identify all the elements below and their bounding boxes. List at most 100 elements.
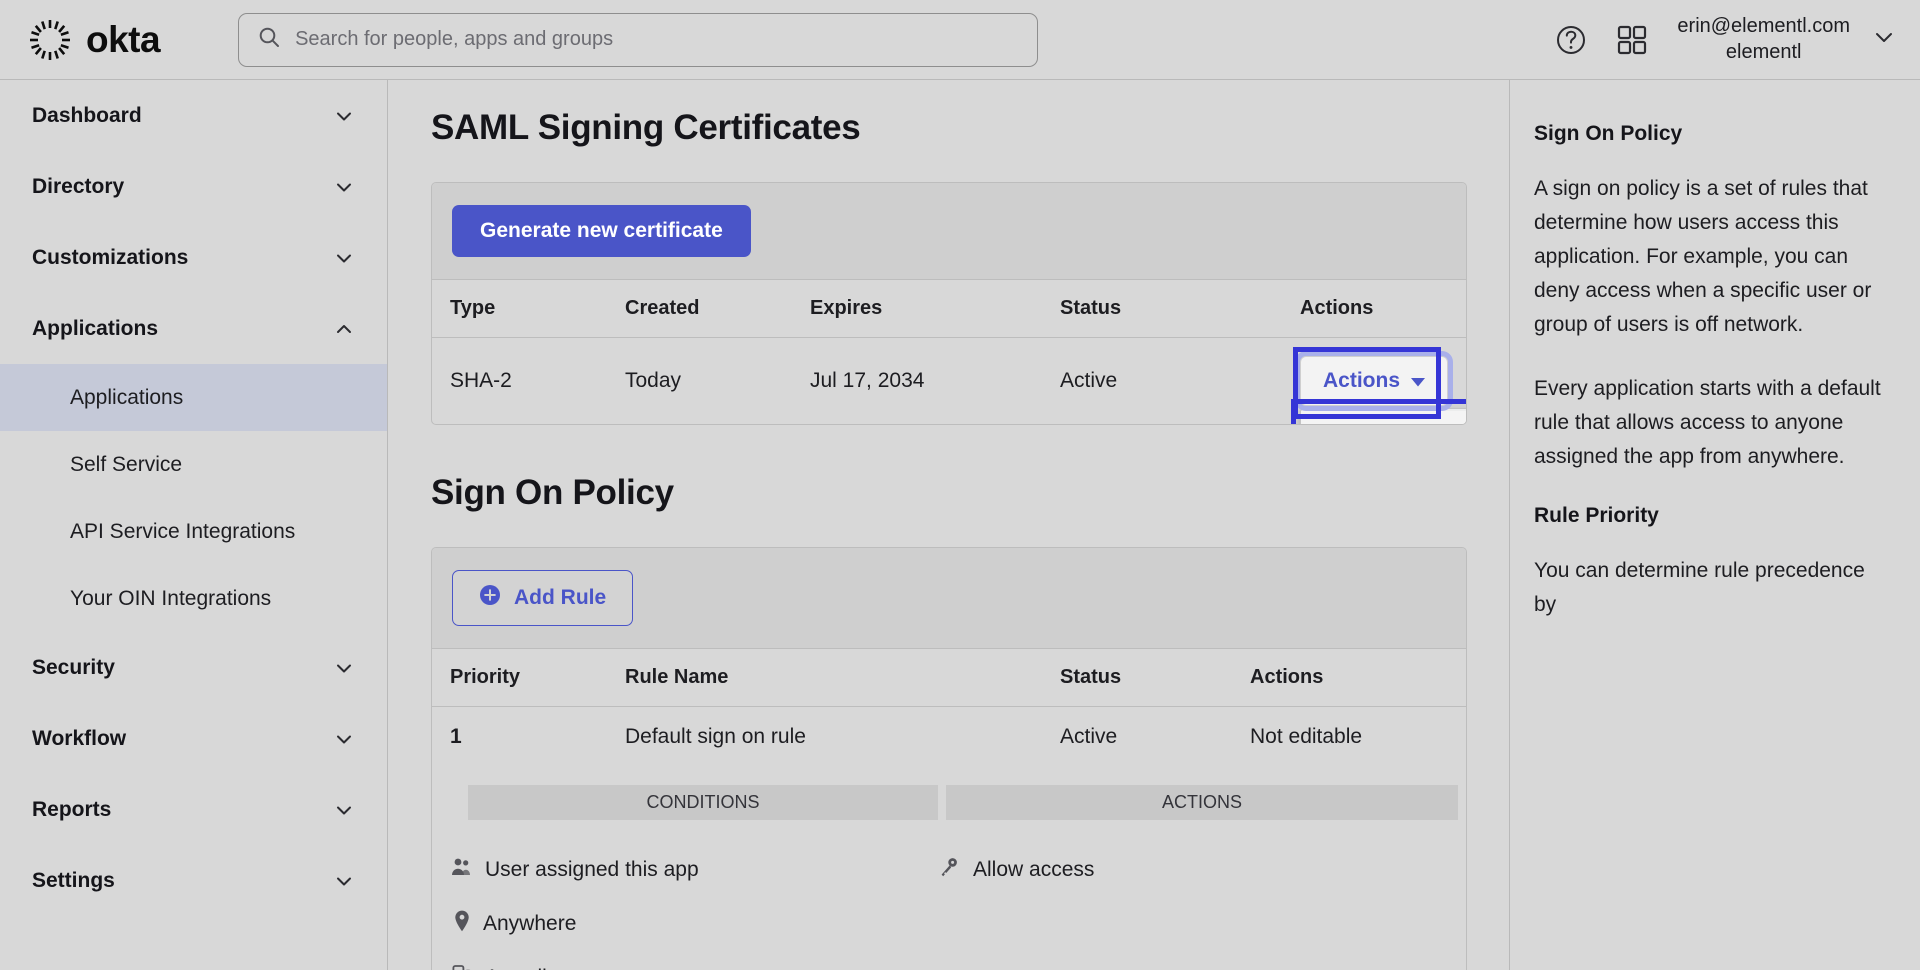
okta-brand[interactable]: okta xyxy=(28,18,160,62)
okta-sunburst-logo-icon xyxy=(28,18,72,62)
help-heading-rule-priority: Rule Priority xyxy=(1534,504,1882,528)
plus-circle-icon xyxy=(479,584,501,612)
global-search[interactable] xyxy=(238,13,1038,67)
left-sidebar-nav: Dashboard Directory Customizations Appli… xyxy=(0,80,388,970)
user-menu[interactable]: erin@elementl.com elementl xyxy=(1677,14,1896,65)
page-title-saml-certificates: SAML Signing Certificates xyxy=(431,108,1467,148)
chevron-down-icon[interactable] xyxy=(333,105,355,127)
top-header-bar: okta xyxy=(0,0,1920,80)
sidebar-group-label: Workflow xyxy=(32,727,126,751)
rule-detail-strip: CONDITIONS ACTIONS xyxy=(450,785,1467,820)
sidebar-item-reports[interactable]: Reports xyxy=(0,774,387,845)
search-box[interactable] xyxy=(238,13,1038,67)
generate-new-certificate-button[interactable]: Generate new certificate xyxy=(452,205,751,257)
condition-user-assigned: User assigned this app xyxy=(450,856,920,884)
add-rule-label: Add Rule xyxy=(514,586,606,610)
sidebar-item-dashboard[interactable]: Dashboard xyxy=(0,80,387,151)
sidebar-item-customizations[interactable]: Customizations xyxy=(0,222,387,293)
chevron-down-icon[interactable] xyxy=(333,870,355,892)
rule-detail-row: User assigned this app xyxy=(432,838,1467,970)
rule-detail-columns: User assigned this app xyxy=(432,838,1467,970)
condition-label: User assigned this app xyxy=(485,858,699,882)
rule-detail-subheaders-row: CONDITIONS ACTIONS xyxy=(432,767,1467,838)
cell-cert-expires: Jul 17, 2034 xyxy=(792,338,1042,425)
help-paragraph: You can determine rule precedence by xyxy=(1534,554,1882,622)
help-paragraph: A sign on policy is a set of rules that … xyxy=(1534,172,1882,342)
caret-down-icon xyxy=(1411,369,1425,393)
page-title-sign-on-policy: Sign On Policy xyxy=(431,473,1467,513)
help-paragraph: Every application starts with a default … xyxy=(1534,372,1882,474)
chevron-down-icon[interactable] xyxy=(333,657,355,679)
header-right-cluster: erin@elementl.com elementl xyxy=(1555,14,1896,65)
column-header-created: Created xyxy=(607,280,792,338)
chevron-down-icon[interactable] xyxy=(333,728,355,750)
action-allow-access: Allow access xyxy=(938,856,1414,884)
sidebar-group-label: Customizations xyxy=(32,246,188,270)
actions-dropdown-button[interactable]: Actions xyxy=(1300,356,1448,406)
actions-dropdown-anchor: Actions View IdP metadata Download certi… xyxy=(1300,356,1466,406)
app-grid-icon[interactable] xyxy=(1617,25,1647,55)
sidebar-item-directory[interactable]: Directory xyxy=(0,151,387,222)
column-header-status: Status xyxy=(1042,280,1282,338)
question-circle-icon[interactable] xyxy=(1555,24,1587,56)
actions-button-label: Actions xyxy=(1323,369,1400,393)
table-header-row: Type Created Expires Status Actions xyxy=(432,280,1466,338)
table-row: 1 Default sign on rule Active Not editab… xyxy=(432,707,1467,768)
mobile-device-icon xyxy=(450,964,472,970)
help-heading-sign-on-policy: Sign On Policy xyxy=(1534,122,1882,146)
chevron-down-icon[interactable] xyxy=(1872,25,1896,54)
menu-item-view-idp-metadata[interactable]: View IdP metadata xyxy=(1301,411,1467,425)
column-header-expires: Expires xyxy=(792,280,1042,338)
users-icon xyxy=(450,856,472,884)
sidebar-group-label: Applications xyxy=(32,317,158,341)
sidebar-subitem-your-oin-integrations[interactable]: Your OIN Integrations xyxy=(0,565,387,632)
sidebar-subitem-applications[interactable]: Applications xyxy=(0,364,387,431)
table-row: SHA-2 Today Jul 17, 2034 Active Actions xyxy=(432,338,1466,425)
search-icon xyxy=(257,25,281,54)
right-help-panel: Sign On Policy A sign on policy is a set… xyxy=(1509,80,1920,970)
cell-cert-actions: Actions View IdP metadata Download certi… xyxy=(1282,338,1466,425)
sidebar-item-security[interactable]: Security xyxy=(0,632,387,703)
certificates-table: Type Created Expires Status Actions SHA-… xyxy=(432,280,1466,424)
sidebar-subitem-api-service-integrations[interactable]: API Service Integrations xyxy=(0,498,387,565)
column-header-rule-name: Rule Name xyxy=(607,649,1042,707)
policy-toolbar: Add Rule xyxy=(432,548,1466,649)
sidebar-item-settings[interactable]: Settings xyxy=(0,845,387,916)
chevron-down-icon[interactable] xyxy=(333,247,355,269)
sidebar-item-workflow[interactable]: Workflow xyxy=(0,703,387,774)
saml-certificates-card: Generate new certificate Type Created Ex… xyxy=(431,182,1467,425)
cell-rule-priority: 1 xyxy=(432,707,607,768)
sidebar-item-applications[interactable]: Applications xyxy=(0,293,387,364)
search-input[interactable] xyxy=(295,28,995,51)
chevron-down-icon[interactable] xyxy=(333,799,355,821)
actions-column: Allow access xyxy=(920,838,1414,970)
column-header-actions: Actions xyxy=(1282,280,1466,338)
condition-label: Any client xyxy=(485,966,576,970)
sign-on-policy-card: Add Rule Priority Rule Name Status Actio… xyxy=(431,547,1467,970)
sidebar-subitem-label: Your OIN Integrations xyxy=(70,587,271,611)
sidebar-subitem-self-service[interactable]: Self Service xyxy=(0,431,387,498)
add-rule-button[interactable]: Add Rule xyxy=(452,570,633,626)
conditions-column: User assigned this app xyxy=(432,838,920,970)
sidebar-group-label: Security xyxy=(32,656,115,680)
sidebar-group-label: Directory xyxy=(32,175,124,199)
cell-rule-status: Active xyxy=(1042,707,1232,768)
sidebar-subitem-label: Applications xyxy=(70,386,183,410)
actions-dropdown-menu: View IdP metadata Download certificate xyxy=(1300,408,1467,425)
condition-any-client: Any client xyxy=(450,964,920,970)
sidebar-group-label: Dashboard xyxy=(32,104,142,128)
user-identity: erin@elementl.com elementl xyxy=(1677,14,1850,65)
column-header-priority: Priority xyxy=(432,649,607,707)
cell-cert-created: Today xyxy=(607,338,792,425)
certificates-toolbar: Generate new certificate xyxy=(432,183,1466,280)
chevron-down-icon[interactable] xyxy=(333,176,355,198)
chevron-up-icon[interactable] xyxy=(333,318,355,340)
cell-cert-status: Active xyxy=(1042,338,1282,425)
column-header-actions: Actions xyxy=(1232,649,1467,707)
subheader-conditions: CONDITIONS xyxy=(468,785,938,820)
condition-anywhere: Anywhere xyxy=(450,910,920,938)
location-pin-icon xyxy=(450,910,470,938)
user-org: elementl xyxy=(1677,40,1850,66)
cell-rule-name: Default sign on rule xyxy=(607,707,1042,768)
table-header-row: Priority Rule Name Status Actions xyxy=(432,649,1467,707)
